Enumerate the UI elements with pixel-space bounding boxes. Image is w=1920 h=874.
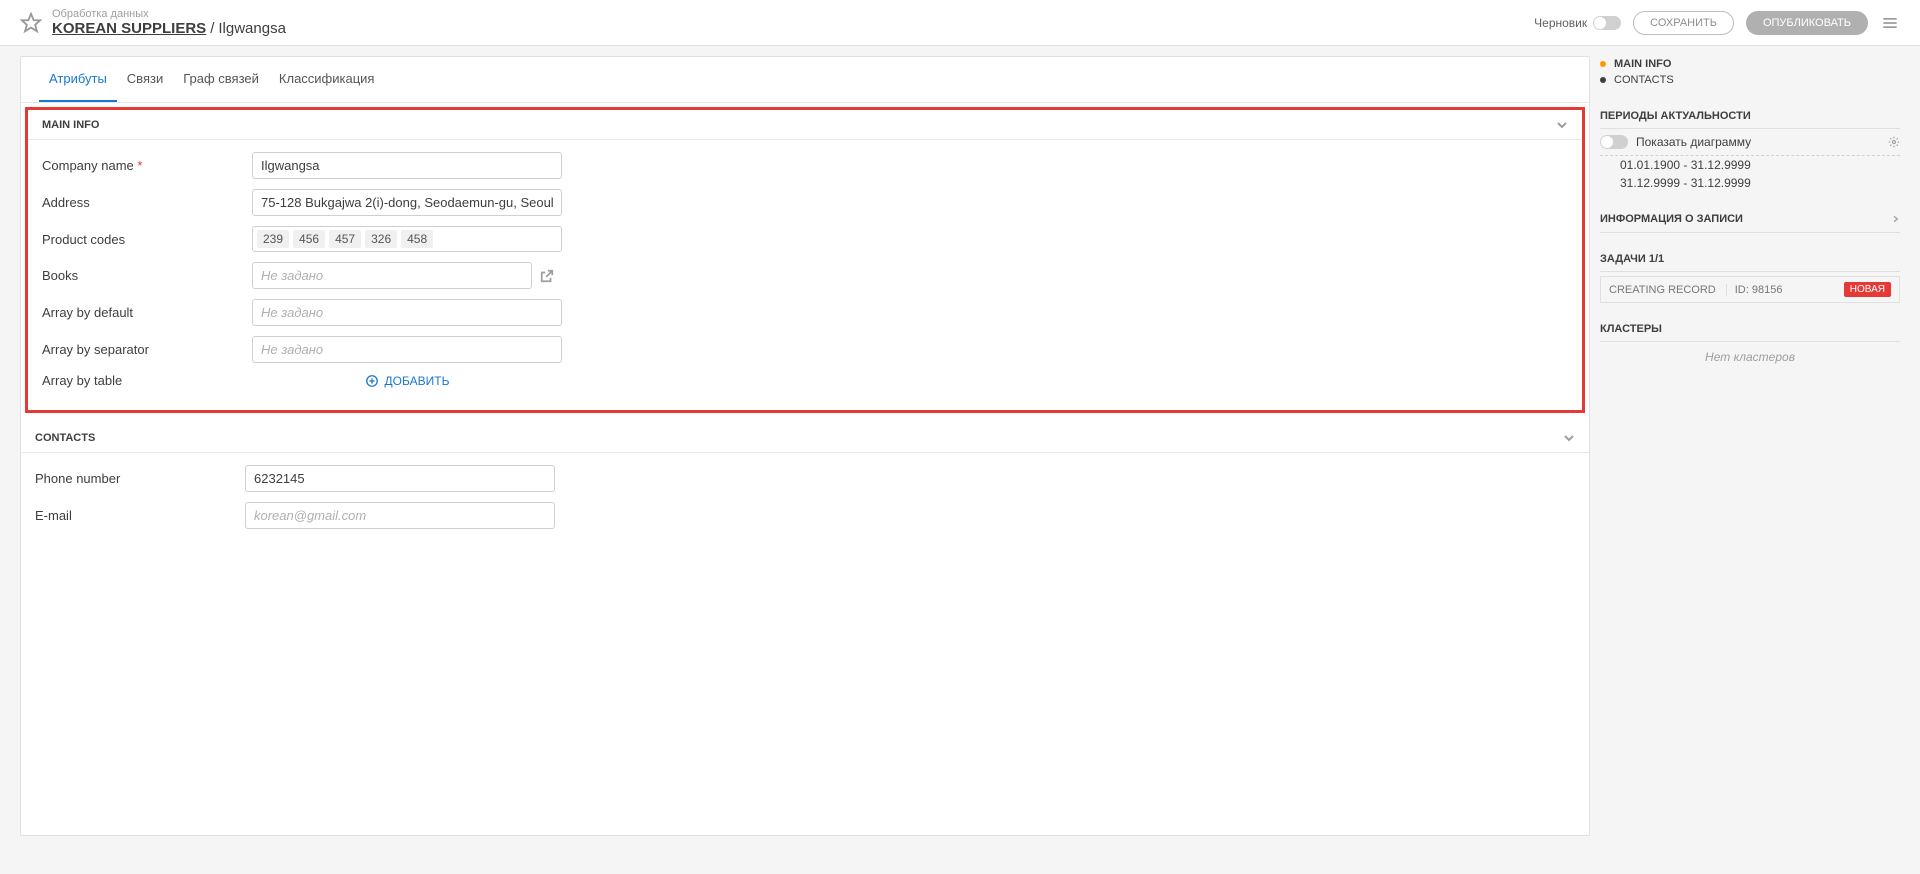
record-info-row[interactable]: ИНФОРМАЦИЯ О ЗАПИСИ	[1600, 206, 1900, 233]
period-date-item[interactable]: 31.12.9999 - 31.12.9999	[1620, 174, 1900, 192]
main-info-section: MAIN INFO Company name * Address Product…	[25, 107, 1585, 413]
product-codes-input[interactable]: 239 456 457 326 458	[252, 226, 562, 252]
breadcrumb-root-link[interactable]: KOREAN SUPPLIERS	[52, 20, 206, 37]
row-array-separator: Array by separator	[42, 336, 1568, 363]
books-input[interactable]	[252, 262, 532, 289]
nav-item-main-info[interactable]: MAIN INFO	[1600, 56, 1900, 72]
header-right: Черновик СОХРАНИТЬ ОПУБЛИКОВАТЬ	[1534, 11, 1900, 35]
draft-label: Черновик	[1534, 16, 1587, 30]
phone-input[interactable]	[245, 465, 555, 492]
nav-dot-icon	[1600, 77, 1606, 83]
draft-toggle[interactable]	[1593, 16, 1621, 30]
phone-label: Phone number	[35, 471, 245, 486]
period-date-item[interactable]: 01.01.1900 - 31.12.9999	[1620, 156, 1900, 174]
add-button[interactable]: ДОБАВИТЬ	[365, 374, 450, 388]
period-dates: 01.01.1900 - 31.12.9999 31.12.9999 - 31.…	[1600, 156, 1900, 192]
product-code-tag[interactable]: 326	[365, 230, 397, 248]
tab-classification[interactable]: Классификация	[269, 57, 385, 102]
row-phone: Phone number	[35, 465, 1575, 492]
array-table-label: Array by table	[42, 373, 252, 388]
breadcrumb-leaf: Ilgwangsa	[218, 20, 286, 37]
add-button-label: ДОБАВИТЬ	[385, 374, 450, 388]
main-info-header[interactable]: MAIN INFO	[28, 110, 1582, 140]
show-diagram-label: Показать диаграмму	[1636, 135, 1751, 149]
row-email: E-mail	[35, 502, 1575, 529]
contacts-title: CONTACTS	[35, 432, 95, 444]
external-link-icon[interactable]	[540, 269, 554, 283]
contacts-section: CONTACTS Phone number E-mail	[21, 423, 1589, 551]
row-array-default: Array by default	[42, 299, 1568, 326]
row-address: Address	[42, 189, 1568, 216]
array-separator-input[interactable]	[252, 336, 562, 363]
save-button[interactable]: СОХРАНИТЬ	[1633, 11, 1734, 35]
nav-dot-icon	[1600, 61, 1606, 67]
product-code-tag[interactable]: 239	[257, 230, 289, 248]
show-diagram-row: Показать диаграмму	[1600, 129, 1900, 156]
product-codes-label: Product codes	[42, 232, 252, 247]
nav-item-label: MAIN INFO	[1614, 58, 1671, 70]
tab-graph[interactable]: Граф связей	[173, 57, 269, 102]
menu-icon[interactable]	[1880, 13, 1900, 33]
company-name-input[interactable]	[252, 152, 562, 179]
tasks-title: ЗАДАЧИ 1/1	[1600, 247, 1900, 272]
row-product-codes: Product codes 239 456 457 326 458	[42, 226, 1568, 252]
tab-links[interactable]: Связи	[117, 57, 173, 102]
plus-circle-icon	[365, 374, 379, 388]
record-info-title: ИНФОРМАЦИЯ О ЗАПИСИ	[1600, 213, 1743, 225]
main-info-title: MAIN INFO	[42, 119, 99, 131]
address-input[interactable]	[252, 189, 562, 216]
contacts-header[interactable]: CONTACTS	[21, 423, 1589, 453]
books-label: Books	[42, 268, 252, 283]
chevron-down-icon	[1556, 119, 1568, 131]
clusters-title: КЛАСТЕРЫ	[1600, 317, 1900, 342]
email-label: E-mail	[35, 508, 245, 523]
array-default-input[interactable]	[252, 299, 562, 326]
main-panel: Атрибуты Связи Граф связей Классификация…	[20, 56, 1590, 836]
right-panel: MAIN INFO CONTACTS ПЕРИОДЫ АКТУАЛЬНОСТИ …	[1600, 56, 1900, 836]
nav-item-label: CONTACTS	[1614, 74, 1674, 86]
task-id: ID: 98156	[1726, 284, 1783, 296]
array-separator-label: Array by separator	[42, 342, 252, 357]
page-body: Атрибуты Связи Граф связей Классификация…	[0, 46, 1920, 846]
array-default-label: Array by default	[42, 305, 252, 320]
periods-title: ПЕРИОДЫ АКТУАЛЬНОСТИ	[1600, 104, 1900, 129]
contacts-body: Phone number E-mail	[21, 453, 1589, 551]
nav-item-contacts[interactable]: CONTACTS	[1600, 72, 1900, 88]
company-name-label: Company name *	[42, 158, 252, 173]
product-code-tag[interactable]: 458	[401, 230, 433, 248]
nav-list: MAIN INFO CONTACTS	[1600, 56, 1900, 88]
row-company-name: Company name *	[42, 152, 1568, 179]
diagram-toggle[interactable]	[1600, 135, 1628, 149]
task-item[interactable]: CREATING RECORD ID: 98156 НОВАЯ	[1600, 276, 1900, 303]
task-new-badge: НОВАЯ	[1844, 282, 1891, 297]
publish-button[interactable]: ОПУБЛИКОВАТЬ	[1746, 11, 1868, 35]
breadcrumb: KOREAN SUPPLIERS/Ilgwangsa	[52, 20, 286, 37]
header-left: Обработка данных KOREAN SUPPLIERS/Ilgwan…	[20, 8, 286, 37]
clusters-empty: Нет кластеров	[1600, 342, 1900, 372]
product-code-tag[interactable]: 456	[293, 230, 325, 248]
task-name: CREATING RECORD	[1609, 284, 1716, 296]
chevron-right-icon	[1892, 213, 1900, 225]
product-code-tag[interactable]: 457	[329, 230, 361, 248]
tab-attributes[interactable]: Атрибуты	[39, 57, 117, 102]
main-info-body: Company name * Address Product codes 239…	[28, 140, 1582, 410]
star-icon[interactable]	[20, 12, 42, 34]
draft-toggle-wrap: Черновик	[1534, 16, 1621, 30]
tabs: Атрибуты Связи Граф связей Классификация	[21, 57, 1589, 103]
breadcrumb-subtitle: Обработка данных	[52, 8, 286, 20]
email-input[interactable]	[245, 502, 555, 529]
gear-icon[interactable]	[1888, 136, 1900, 148]
address-label: Address	[42, 195, 252, 210]
chevron-down-icon	[1563, 432, 1575, 444]
row-books: Books	[42, 262, 1568, 289]
top-header: Обработка данных KOREAN SUPPLIERS/Ilgwan…	[0, 0, 1920, 46]
row-array-table: Array by table ДОБАВИТЬ	[42, 373, 1568, 388]
